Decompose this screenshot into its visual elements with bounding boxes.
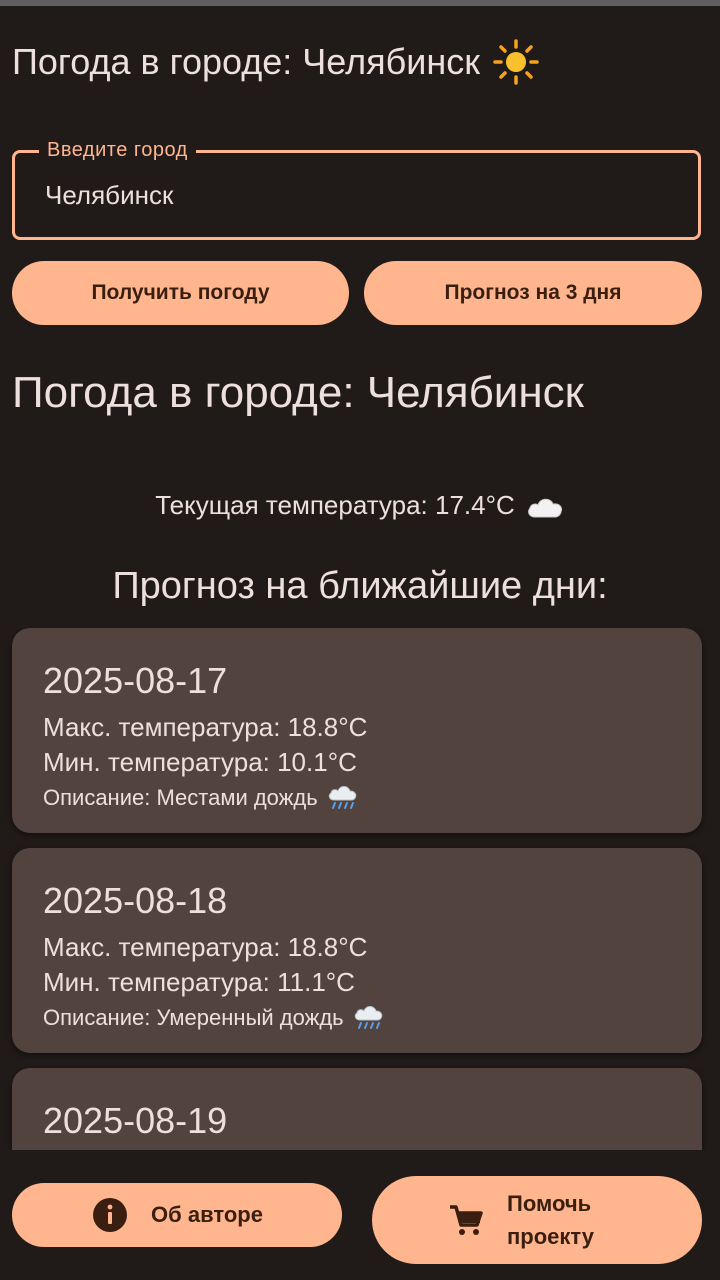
help-project-label: Помочь проекту [507,1191,594,1249]
forecast-min-temp: Мин. температура: 10.1°C [43,747,357,777]
about-author-label: Об авторе [151,1202,263,1227]
forecast-description: Описание: Местами дождь [43,783,358,813]
rain-icon [328,786,356,809]
help-project-button[interactable]: Помочь проекту [372,1176,702,1264]
forecast-card: 2025-08-18 Макс. температура: 18.8°C Мин… [12,848,702,1053]
forecast-card: 2025-08-17 Макс. температура: 18.8°C Мин… [12,628,702,833]
city-field-label: Введите город [39,139,196,162]
forecast-date: 2025-08-18 [43,880,228,921]
forecast-heading: Прогноз на ближайшие дни: [112,565,608,607]
forecast-card: 2025-08-19 [12,1068,702,1150]
app-title-text: Погода в городе: Челябинск [12,41,480,82]
app-title: Погода в городе: Челябинск [12,38,540,86]
forecast-3days-label: Прогноз на 3 дня [444,281,622,304]
forecast-max-temp: Макс. температура: 18.8°C [43,932,368,962]
current-temperature: Текущая температура: 17.4°C [0,490,720,521]
forecast-3days-button[interactable]: Прогноз на 3 дня [364,261,702,325]
cloud-icon [527,498,562,517]
current-temperature-text: Текущая температура: 17.4°C [155,490,515,520]
get-weather-button[interactable]: Получить погоду [12,261,349,325]
forecast-max-temp: Макс. температура: 18.8°C [43,712,368,742]
forecast-description: Описание: Умеренный дождь [43,1003,384,1033]
result-title: Погода в городе: Челябинск [12,368,584,417]
cart-icon [450,1205,483,1235]
city-field[interactable]: Введите город [12,139,701,240]
forecast-list[interactable]: 2025-08-17 Макс. температура: 18.8°C Мин… [0,628,720,1150]
forecast-date: 2025-08-17 [43,660,228,701]
forecast-description-text: Описание: Местами дождь [43,785,318,810]
forecast-date: 2025-08-19 [43,1100,228,1141]
city-input[interactable] [45,175,665,215]
about-author-button[interactable]: Об авторе [12,1183,342,1247]
get-weather-label: Получить погоду [91,281,270,304]
forecast-description-text: Описание: Умеренный дождь [43,1005,344,1030]
rain-icon [354,1006,382,1029]
info-icon [93,1198,128,1232]
forecast-min-temp: Мин. температура: 11.1°C [43,967,355,997]
sun-icon [493,39,539,85]
status-bar [0,0,720,6]
